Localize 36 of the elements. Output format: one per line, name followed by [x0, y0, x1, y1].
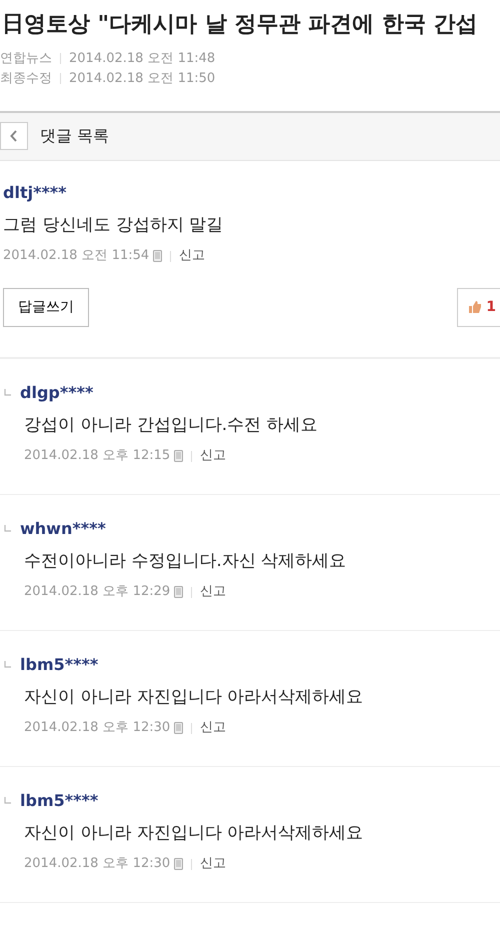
username: dltj****	[3, 182, 68, 204]
meta-label: 최종수정	[0, 70, 52, 88]
timestamp: 2014.02.18 오후 12:30	[24, 719, 170, 738]
comment-text: 자신이 아니라 자진입니다 아라서삭제하세요	[23, 686, 364, 709]
report-link[interactable]: 신고	[200, 854, 226, 874]
mobile-icon	[174, 450, 184, 462]
article-title: 日영토상 "다케시마 날 정무관 파견에 한국 간섭	[1, 11, 478, 39]
username: lbm5****	[20, 654, 98, 676]
timestamp: 2014.02.18 오후 12:15	[24, 447, 170, 466]
comment-text: 자신이 아니라 자진입니다 아라서삭제하세요	[23, 822, 364, 845]
meta-date: 2014.02.18 오전 11:50	[69, 70, 216, 88]
meta-date: 2014.02.18 오전 11:48	[69, 50, 216, 68]
report-link[interactable]: 신고	[179, 246, 206, 266]
report-link[interactable]: 신고	[200, 582, 226, 602]
username: whwn****	[20, 518, 106, 540]
comment-text: 그럼 당신네도 강섭하지 말길	[3, 214, 224, 237]
report-link[interactable]: 신고	[200, 446, 226, 466]
like-button[interactable]: 1	[457, 288, 500, 327]
mobile-icon	[174, 722, 184, 734]
comment-text: 강섭이 아니라 간섭입니다.수전 하세요	[23, 414, 319, 437]
timestamp: 2014.02.18 오후 12:30	[24, 855, 170, 874]
comment-text: 수전이아니라 수정입니다.자신 삭제하세요	[23, 550, 348, 573]
mobile-icon	[153, 250, 162, 262]
timestamp: 2014.02.18 오전 11:54	[3, 247, 150, 266]
reply-button[interactable]: 답글쓰기	[3, 288, 89, 327]
back-button[interactable]	[0, 122, 28, 150]
page-heading: 댓글 목록	[40, 125, 110, 148]
mobile-icon	[174, 858, 184, 870]
report-link[interactable]: 신고	[200, 718, 226, 738]
mobile-icon	[174, 586, 184, 598]
username: dlgp****	[20, 382, 94, 404]
thumbs-up-icon	[468, 300, 482, 314]
timestamp: 2014.02.18 오후 12:29	[24, 583, 170, 602]
meta-label: 연합뉴스	[0, 50, 52, 68]
back-chevron-icon	[10, 130, 18, 142]
username: lbm5****	[20, 790, 98, 812]
